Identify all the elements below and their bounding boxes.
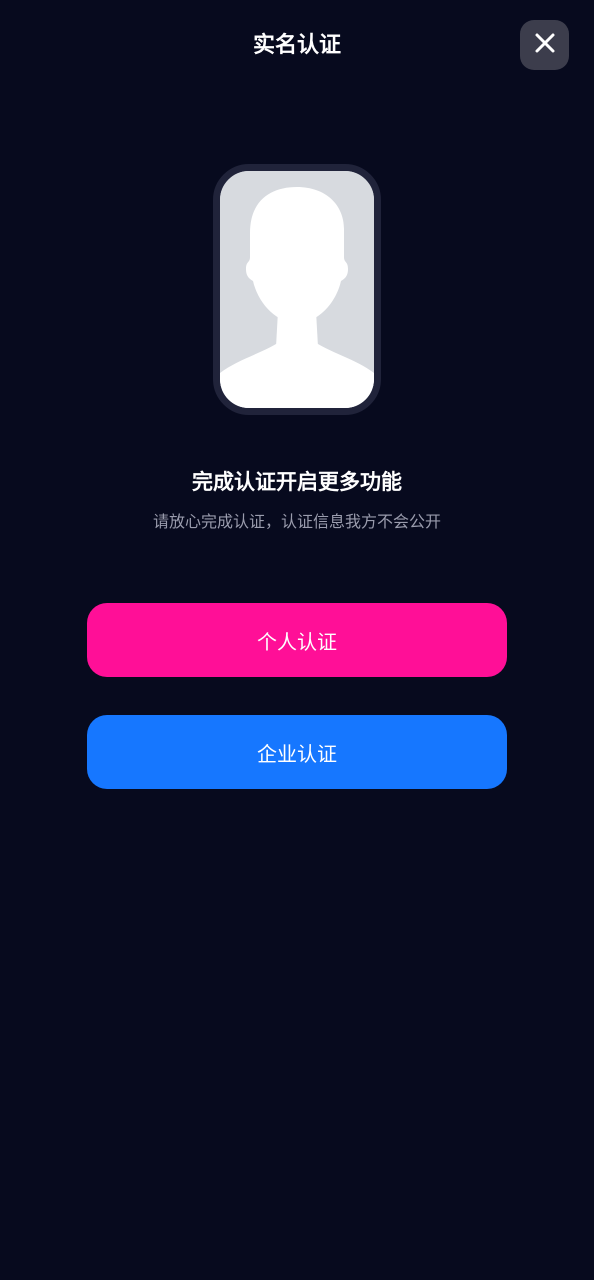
close-button[interactable]	[520, 20, 569, 70]
enterprise-verification-button[interactable]: 企业认证	[87, 715, 507, 789]
personal-verification-label: 个人认证	[257, 629, 337, 654]
page-title: 实名认证	[252, 33, 341, 58]
privacy-note: 请放心完成认证，认证信息我方不会公开	[152, 512, 441, 531]
person-silhouette-icon	[220, 171, 374, 408]
headline: 完成认证开启更多功能	[192, 470, 402, 494]
personal-verification-button[interactable]: 个人认证	[87, 603, 507, 677]
enterprise-verification-label: 企业认证	[257, 741, 337, 766]
avatar-placeholder	[213, 164, 381, 415]
close-icon	[534, 32, 556, 58]
verification-screen: 实名认证 完成认证开启更多功能 请放心完成认证，认证信息我方不会公开 个人认证 …	[0, 0, 594, 1280]
